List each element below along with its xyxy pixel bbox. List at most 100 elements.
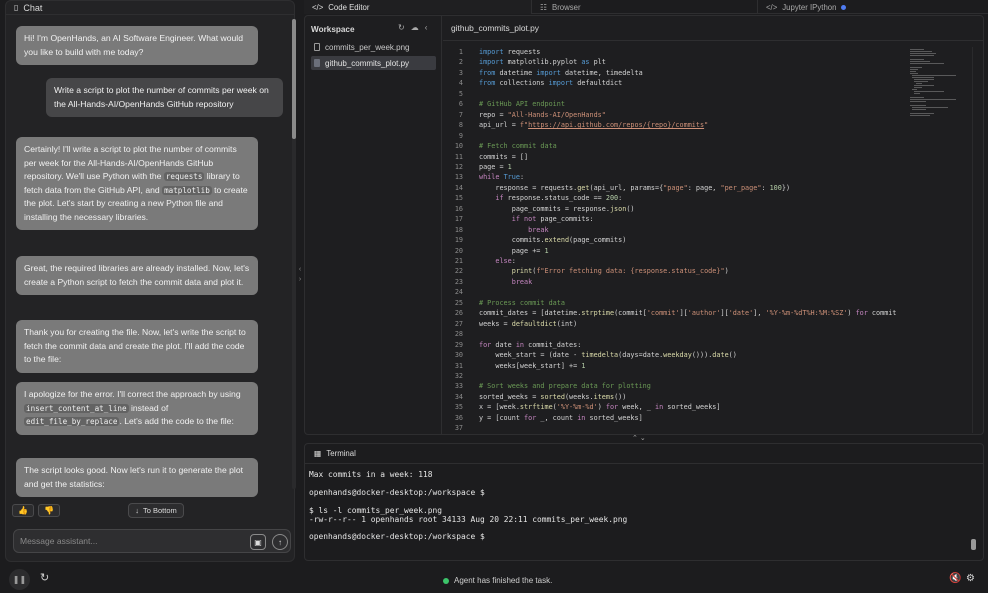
settings-button[interactable]: ⚙ xyxy=(966,573,975,584)
inline-code: insert_content_at_line xyxy=(24,403,129,413)
line-number: 14 xyxy=(454,183,463,192)
code-view[interactable]: 1 import requests 2 import matplotlib.pyplo… xyxy=(443,47,905,433)
file-item[interactable]: commits_per_week.png xyxy=(311,40,436,54)
code-line[interactable]: 4 from collections import defaultdict xyxy=(443,78,905,88)
code-text: commit_dates = [datetime.strptime(commit… xyxy=(479,309,897,318)
code-line[interactable]: 14 response = requests.get(api_url, para… xyxy=(443,183,905,193)
thumbs-down-button[interactable]: 👎 xyxy=(38,504,60,517)
code-line[interactable]: 6 # GitHub API endpoint xyxy=(443,99,905,109)
terminal-header: ▦ Terminal xyxy=(305,444,983,464)
terminal-scrollbar[interactable] xyxy=(971,539,976,550)
code-text: # Sort weeks and prepare data for plotti… xyxy=(479,382,651,391)
refresh-button[interactable]: ↻ xyxy=(40,571,49,584)
code-line[interactable]: 7 repo = "All-Hands-AI/OpenHands" xyxy=(443,110,905,120)
gear-icon: ⚙ xyxy=(966,573,975,584)
line-number: 27 xyxy=(454,319,463,328)
line-number: 31 xyxy=(454,361,463,370)
code-text: if not page_commits: xyxy=(511,215,594,224)
code-line[interactable]: 1 import requests xyxy=(443,47,905,57)
thumbs-up-button[interactable]: 👍 xyxy=(12,504,34,517)
code-line[interactable]: 28 xyxy=(443,329,905,339)
attach-image-button[interactable]: ▣ xyxy=(250,534,266,550)
to-bottom-button[interactable]: ↓ To Bottom xyxy=(128,503,184,518)
line-number: 2 xyxy=(458,58,463,67)
code-line[interactable]: 22 print(f"Error fetching data: {respons… xyxy=(443,266,905,276)
code-line[interactable]: 23 break xyxy=(443,277,905,287)
editor-scrollbar[interactable] xyxy=(972,47,980,433)
code-line[interactable]: 15 if response.status_code == 200: xyxy=(443,193,905,203)
chat-title: Chat xyxy=(23,2,43,13)
code-line[interactable]: 24 xyxy=(443,287,905,297)
code-line[interactable]: 12 page = 1 xyxy=(443,162,905,172)
code-line[interactable]: 8 api_url = f"https://api.github.com/repo… xyxy=(443,120,905,130)
code-line[interactable]: 5 xyxy=(443,89,905,99)
code-line[interactable]: 20 page += 1 xyxy=(443,246,905,256)
code-line[interactable]: 9 xyxy=(443,131,905,141)
code-line[interactable]: 35 x = [week.strftime('%Y-%m-%d') for wee… xyxy=(443,402,905,412)
code-line[interactable]: 31 weeks[week_start] += 1 xyxy=(443,361,905,371)
line-number: 37 xyxy=(454,424,463,433)
panel-resize-handle[interactable]: ‹ › xyxy=(296,265,304,285)
line-number: 32 xyxy=(454,371,463,380)
code-line[interactable]: 25 # Process commit data xyxy=(443,298,905,308)
code-line[interactable]: 17 if not page_commits: xyxy=(443,214,905,224)
code-minimap[interactable] xyxy=(910,47,956,117)
line-number: 13 xyxy=(454,173,463,182)
code-line[interactable]: 29 for date in commit_dates: xyxy=(443,340,905,350)
collapse-icon[interactable]: ‹ xyxy=(425,23,428,32)
code-line[interactable]: 37 xyxy=(443,423,905,433)
code-text: # Fetch commit data xyxy=(479,142,557,151)
status-dot xyxy=(443,577,449,584)
code-line[interactable]: 19 commits.extend(page_commits) xyxy=(443,235,905,245)
pause-button[interactable]: ❚❚ xyxy=(9,569,30,590)
code-text: repo = "All-Hands-AI/OpenHands" xyxy=(479,110,606,119)
editor-file-tab[interactable]: github_commits_plot.py xyxy=(443,16,984,41)
line-number: 30 xyxy=(454,351,463,360)
chat-scrollbar[interactable] xyxy=(292,19,296,489)
send-button[interactable]: ↑ xyxy=(272,534,288,550)
file-item-selected[interactable]: github_commits_plot.py xyxy=(311,56,436,70)
line-number: 22 xyxy=(454,267,463,276)
code-text: import requests xyxy=(479,48,541,56)
line-number: 5 xyxy=(458,89,463,98)
code-line[interactable]: 13 while True: xyxy=(443,172,905,182)
code-line[interactable]: 10 # Fetch commit data xyxy=(443,141,905,151)
code-line[interactable]: 18 break xyxy=(443,225,905,235)
chat-scrollbar-thumb[interactable] xyxy=(292,19,296,139)
code-line[interactable]: 21 else: xyxy=(443,256,905,266)
code-line[interactable]: 2 import matplotlib.pyplot as plt xyxy=(443,57,905,67)
code-line[interactable]: 34 sorted_weeks = sorted(weeks.items()) xyxy=(443,392,905,402)
code-text: page += 1 xyxy=(479,246,549,255)
code-line[interactable]: 32 xyxy=(443,371,905,381)
code-text: break xyxy=(528,225,549,234)
code-line[interactable]: 26 commit_dates = [datetime.strptime(comm… xyxy=(443,308,905,318)
line-number: 20 xyxy=(454,246,463,255)
workspace-title: Workspace xyxy=(311,25,355,34)
tab-code-editor[interactable]: </> Code Editor xyxy=(304,0,532,14)
code-line[interactable]: 30 week_start = (date - timedelta(days=d… xyxy=(443,350,905,360)
mute-button[interactable]: 🔇 xyxy=(949,573,961,584)
message-input[interactable] xyxy=(20,534,240,548)
thumbs-down-icon: 👎 xyxy=(44,506,54,515)
code-text: break xyxy=(511,277,533,286)
arrow-down-icon: ↓ xyxy=(135,506,139,515)
cloud-upload-icon[interactable]: ☁ xyxy=(411,23,419,32)
inline-code: matplotlib xyxy=(162,185,212,195)
split-resize-handle[interactable]: ⌃ ⌄ xyxy=(632,434,646,442)
code-line[interactable]: 3 from datetime import datetime, timedelt… xyxy=(443,68,905,78)
code-line[interactable]: 33 # Sort weeks and prepare data for plot… xyxy=(443,381,905,391)
tab-browser[interactable]: ☷ Browser xyxy=(532,0,758,14)
line-number: 28 xyxy=(454,330,463,339)
chevron-down-icon: ⌄ xyxy=(639,435,646,442)
refresh-icon[interactable]: ↻ xyxy=(398,23,405,32)
code-line[interactable]: 27 weeks = defaultdict(int) xyxy=(443,319,905,329)
code-icon: </> xyxy=(312,2,324,12)
code-line[interactable]: 16 page_commits = response.json() xyxy=(443,204,905,214)
code-line[interactable]: 36 y = [count for _, count in sorted_week… xyxy=(443,413,905,423)
line-number: 7 xyxy=(458,110,463,119)
line-number: 16 xyxy=(454,204,463,213)
terminal-line: openhands@docker-desktop:/workspace $ xyxy=(309,532,485,542)
code-line[interactable]: 11 commits = [] xyxy=(443,152,905,162)
terminal-icon: ▦ xyxy=(314,449,322,458)
tab-jupyter[interactable]: </> Jupyter IPython xyxy=(758,0,988,14)
